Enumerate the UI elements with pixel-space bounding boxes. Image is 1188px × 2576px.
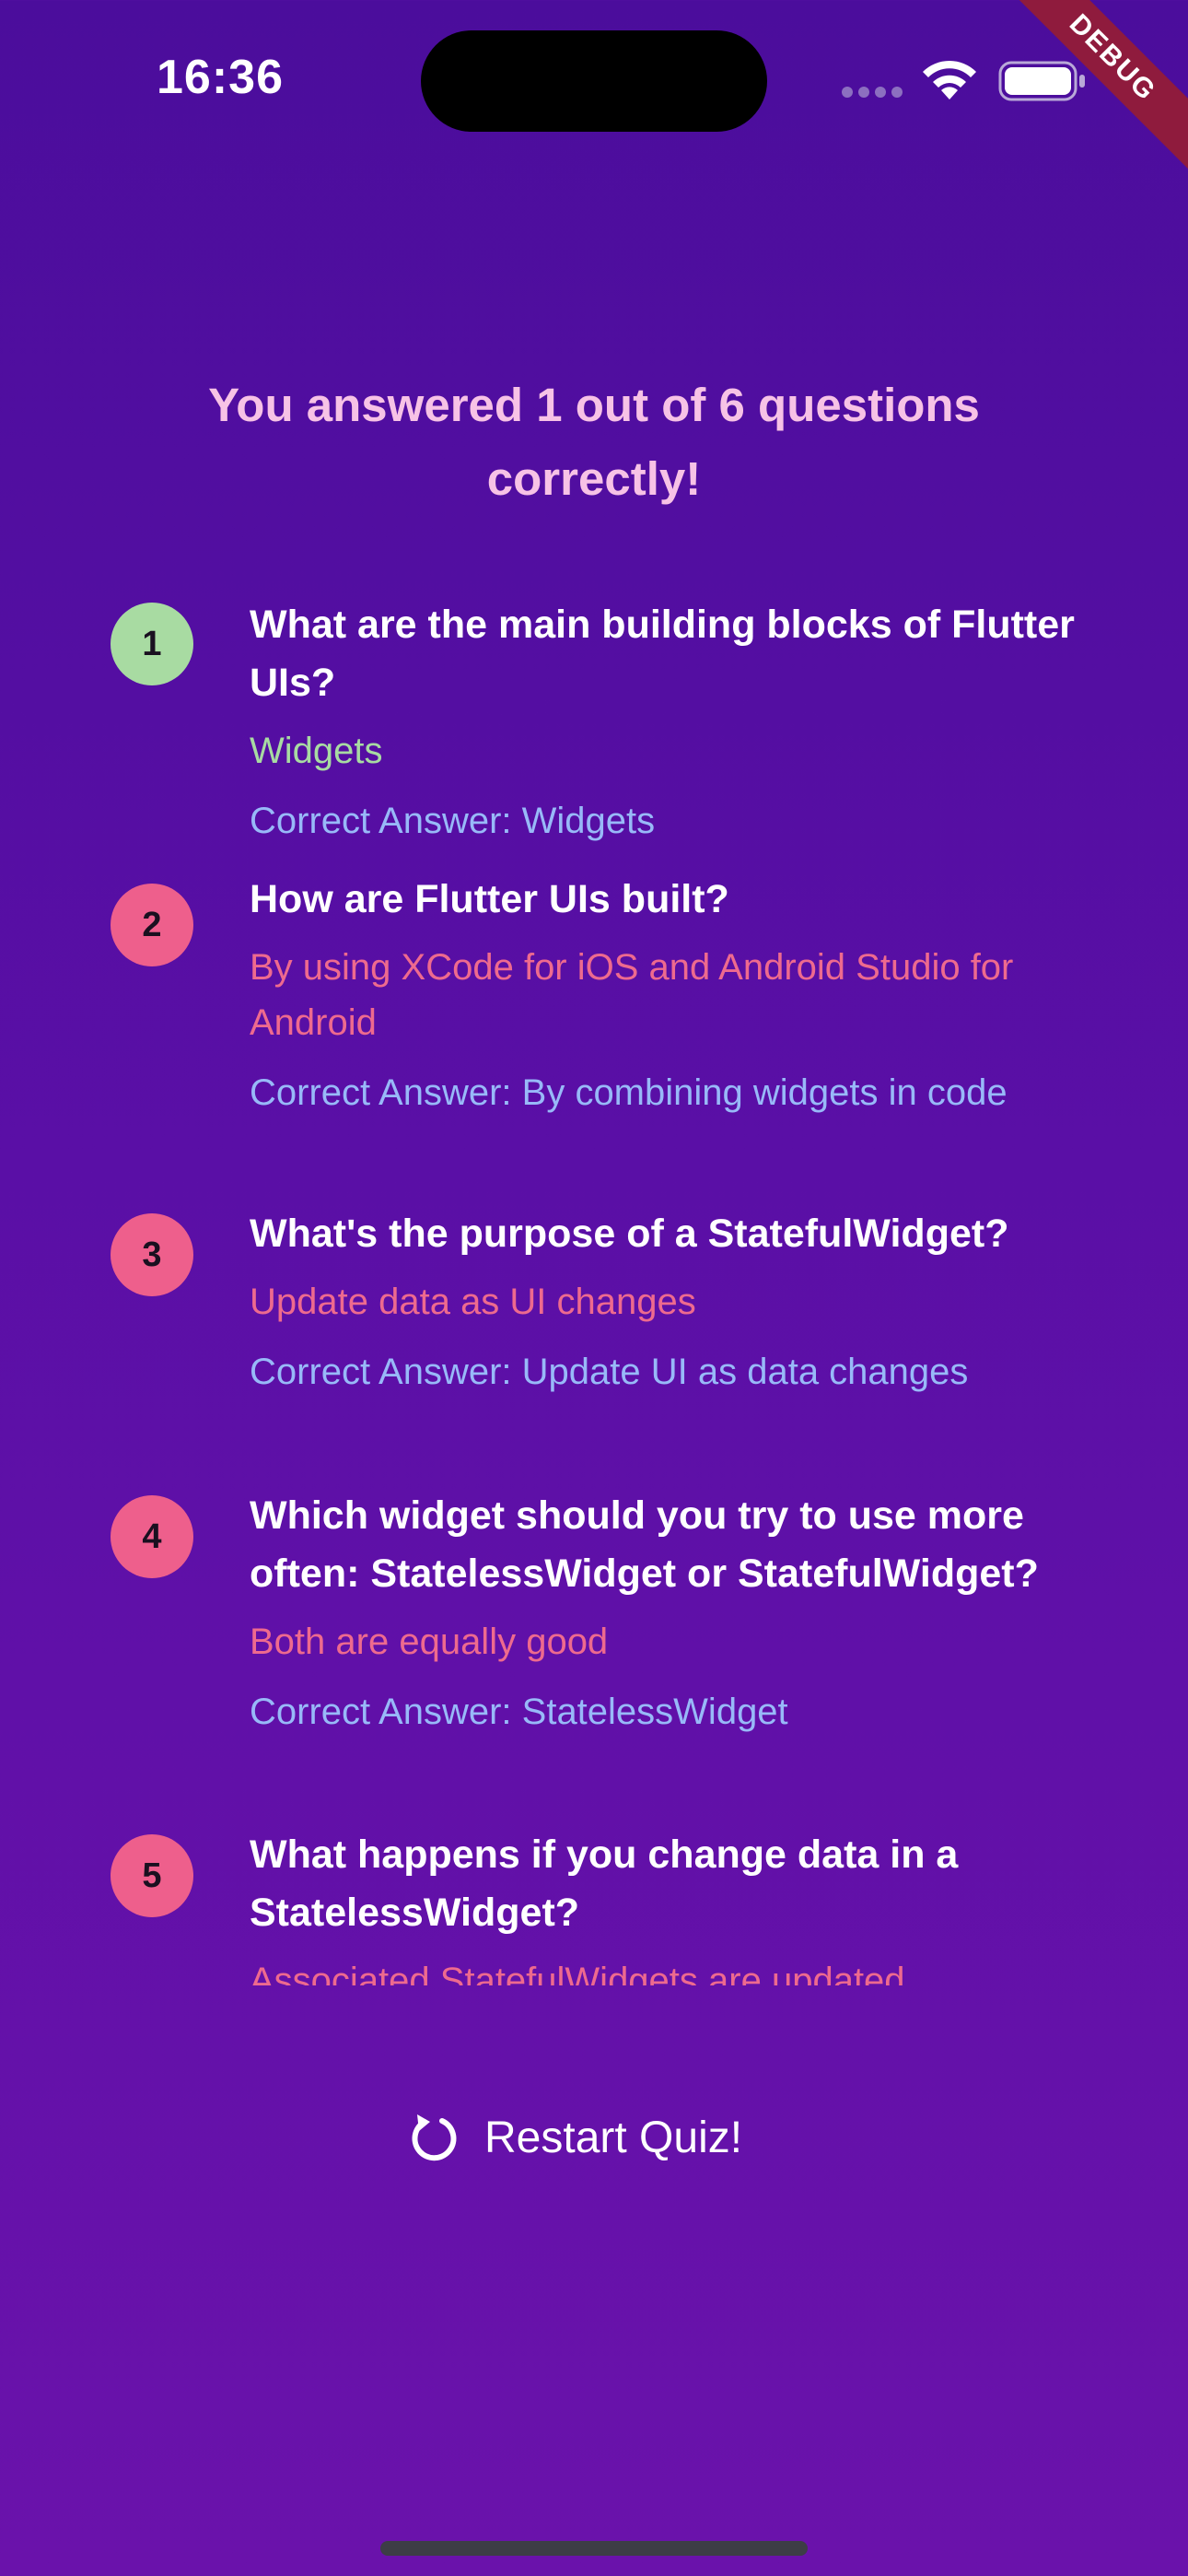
question-index-badge: 2 [111,884,193,966]
question-details: What happens if you change data in a Sta… [250,1826,1078,1985]
question-text: How are Flutter UIs built? [250,877,729,921]
question-text: What's the purpose of a StatefulWidget? [250,1212,1009,1256]
question-index-badge: 3 [111,1213,193,1296]
user-answer: Associated StatefulWidgets are updated [250,1961,905,1985]
restart-icon [412,2114,457,2161]
questions-summary-list[interactable]: 1 What are the main building blocks of F… [101,590,1096,1985]
wifi-icon [923,60,976,100]
user-answer: Both are equally good [250,1622,609,1662]
correct-answer: Correct Answer: StatelessWidget [250,1692,788,1732]
question-index-badge: 1 [111,603,193,685]
question-index-badge: 5 [111,1834,193,1917]
question-details: What's the purpose of a StatefulWidget? … [250,1205,1078,1399]
home-indicator[interactable] [380,2541,808,2556]
restart-button-label: Restart Quiz! [484,2113,743,2162]
user-answer: Widgets [250,731,383,771]
question-details: Which widget should you try to use more … [250,1487,1078,1739]
question-text: What are the main building blocks of Flu… [250,603,1075,705]
cellular-signal-icon [842,87,904,98]
battery-icon [998,61,1085,101]
correct-answer: Correct Answer: Update UI as data change… [250,1352,969,1392]
correct-answer: Correct Answer: Widgets [250,801,656,841]
question-index-badge: 4 [111,1495,193,1578]
status-bar: 16:36 DEBUG [0,0,1188,181]
correct-answer: Correct Answer: By combining widgets in … [250,1072,1007,1113]
user-answer: Update data as UI changes [250,1282,696,1322]
question-text: What happens if you change data in a Sta… [250,1832,959,1935]
dynamic-island [421,30,767,132]
question-text: Which widget should you try to use more … [250,1493,1039,1596]
summary-title: You answered 1 out of 6 questions correc… [208,379,980,505]
question-details: What are the main building blocks of Flu… [250,596,1078,849]
restart-quiz-button[interactable]: Restart Quiz! [405,2101,792,2174]
status-time: 16:36 [157,51,284,104]
question-details: How are Flutter UIs built? By using XCod… [250,871,1078,1120]
user-answer: By using XCode for iOS and Android Studi… [250,947,1014,1043]
